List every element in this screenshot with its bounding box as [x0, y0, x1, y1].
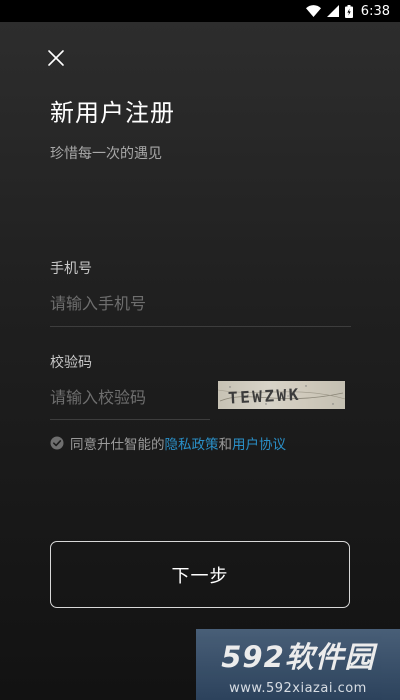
agree-checkbox[interactable]	[50, 436, 64, 450]
status-bar: 6:38	[0, 0, 400, 22]
code-divider	[50, 419, 210, 420]
captcha-text: TEWZWK	[228, 385, 302, 408]
page-title: 新用户注册	[50, 99, 175, 127]
watermark-logo-text: 592软件园	[221, 640, 379, 674]
watermark: 592软件园 www.592xiazai.com	[196, 629, 400, 700]
close-icon	[48, 50, 64, 66]
next-button[interactable]: 下一步	[50, 541, 350, 608]
watermark-logo: 592软件园	[221, 640, 379, 674]
phone-input[interactable]	[50, 290, 350, 316]
check-circle-icon	[50, 436, 64, 450]
close-button[interactable]	[44, 46, 68, 70]
user-agreement-link[interactable]: 用户协议	[232, 433, 286, 453]
watermark-url: www.592xiazai.com	[229, 681, 367, 696]
agreement-prefix: 同意升仕智能的	[70, 437, 165, 453]
agreement: 同意升仕智能的 隐私政策 和 用户协议	[50, 433, 286, 453]
cellular-signal-icon	[326, 5, 339, 17]
phone-label: 手机号	[50, 261, 92, 277]
agreement-conjunction: 和	[218, 437, 233, 453]
code-input[interactable]	[50, 384, 210, 410]
captcha-image[interactable]: TEWZWK	[218, 381, 345, 409]
page-subtitle: 珍惜每一次的遇见	[50, 146, 162, 162]
wifi-icon	[305, 5, 321, 17]
status-time: 6:38	[360, 3, 390, 19]
privacy-policy-link[interactable]: 隐私政策	[165, 433, 219, 453]
phone-divider	[50, 326, 351, 327]
battery-icon	[344, 4, 353, 18]
code-label: 校验码	[50, 355, 92, 371]
